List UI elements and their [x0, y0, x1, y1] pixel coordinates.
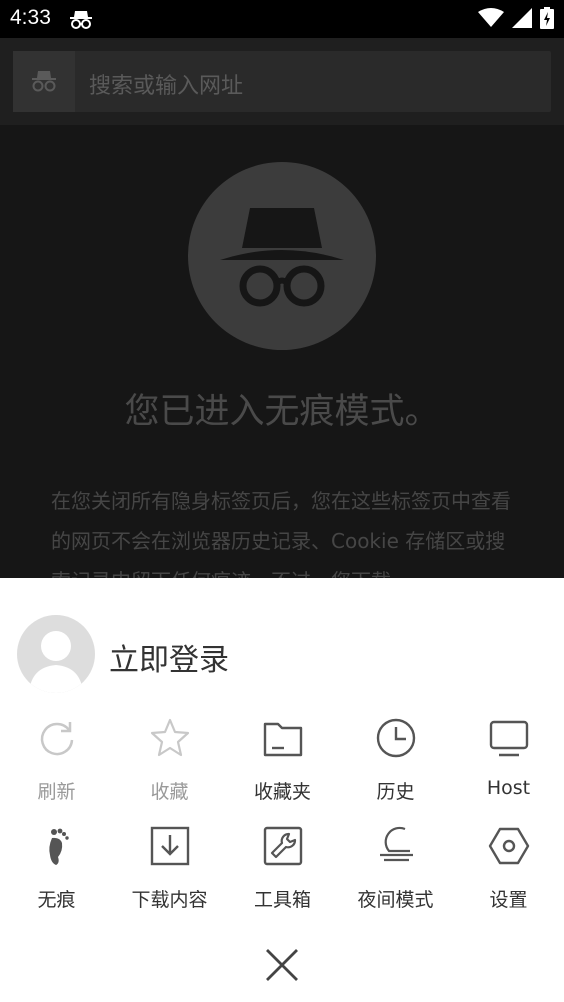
menu-item-label: 刷新: [37, 781, 76, 803]
wrench-icon: [263, 826, 303, 866]
close-icon[interactable]: [262, 945, 302, 985]
incognito-headline: 您已进入无痕模式。: [124, 392, 440, 432]
menu-item-downloads[interactable]: 下载内容: [113, 821, 226, 921]
menu-item-bookmark[interactable]: 收藏: [113, 713, 226, 813]
night-mode-icon: [380, 826, 413, 862]
user-silhouette-icon: [29, 631, 83, 693]
menu-item-label: 下载内容: [131, 889, 208, 911]
menu-item-toolbox[interactable]: 工具箱: [226, 821, 339, 921]
incognito-status-icon: [70, 11, 92, 29]
download-icon: [150, 826, 190, 866]
avatar[interactable]: [17, 615, 95, 693]
incognito-page: 您已进入无痕模式。 在您关闭所有隐身标签页后，您在这些标签页中查看的网页不会在浏…: [0, 125, 564, 578]
star-icon: [150, 718, 190, 757]
menu-item-bookmarks-folder[interactable]: 收藏夹: [226, 713, 339, 813]
footprint-icon: [49, 828, 69, 865]
menu-item-label: Host: [486, 777, 531, 799]
menu-item-label: 历史: [376, 781, 415, 803]
menu-item-label: 无痕: [37, 889, 76, 911]
battery-charging-icon: [540, 7, 554, 29]
settings-hexagon-icon: [488, 827, 530, 865]
incognito-button[interactable]: [13, 51, 75, 112]
wifi-icon: [478, 8, 504, 27]
login-link[interactable]: 立即登录: [109, 635, 229, 679]
menu-item-incognito[interactable]: 无痕: [0, 821, 113, 921]
signal-icon: [512, 8, 532, 28]
menu-item-history[interactable]: 历史: [339, 713, 452, 813]
clock-icon: [376, 718, 416, 758]
monitor-icon: [489, 720, 529, 757]
incognito-logo: [188, 162, 376, 350]
menu-item-label: 夜间模式: [357, 889, 434, 911]
refresh-icon: [40, 722, 74, 756]
address-bar[interactable]: 搜索或输入网址: [13, 51, 551, 112]
incognito-icon: [32, 71, 56, 92]
menu-item-host[interactable]: Host: [452, 713, 564, 813]
menu-item-label: 收藏夹: [253, 781, 311, 803]
incognito-description: 在您关闭所有隐身标签页后，您在这些标签页中查看的网页不会在浏览器历史记录、Coo…: [51, 489, 511, 578]
menu-item-label: 设置: [489, 889, 528, 911]
folder-icon: [263, 722, 303, 757]
search-input[interactable]: 搜索或输入网址: [89, 68, 243, 100]
menu-item-label: 工具箱: [253, 889, 311, 911]
menu-item-settings[interactable]: 设置: [452, 821, 564, 921]
menu-bottom-sheet: 立即登录 刷新 收藏 收藏夹 历史 Host 无痕 下载内容 工具箱 夜间模式 …: [0, 578, 564, 1002]
menu-item-night-mode[interactable]: 夜间模式: [339, 821, 452, 921]
incognito-hat-glasses-icon: [220, 208, 344, 307]
status-time: 4:33: [10, 6, 51, 29]
status-bar: 4:33: [0, 0, 564, 38]
menu-item-refresh[interactable]: 刷新: [0, 713, 113, 813]
browser-toolbar: 搜索或输入网址: [0, 38, 564, 125]
menu-item-label: 收藏: [150, 781, 189, 803]
